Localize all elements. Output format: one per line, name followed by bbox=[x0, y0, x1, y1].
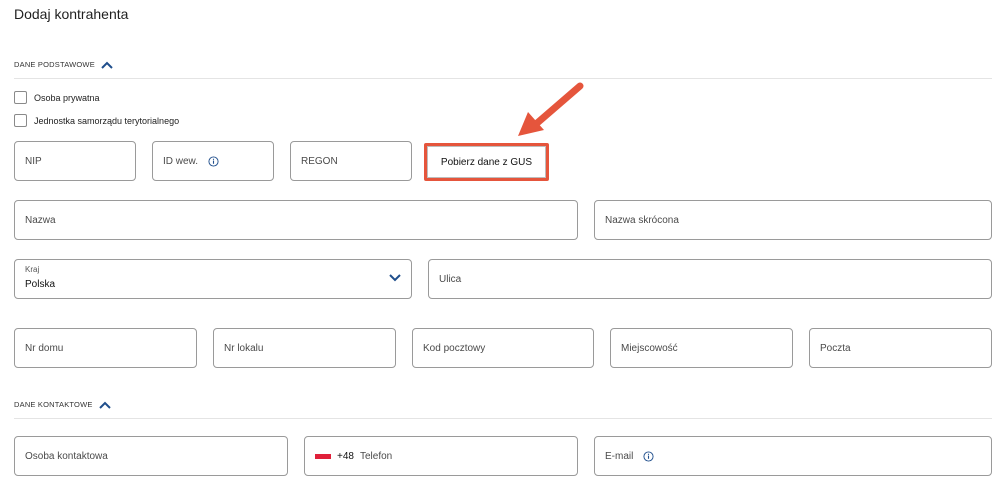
regon-input[interactable]: REGON bbox=[290, 141, 412, 181]
internal-id-placeholder: ID wew. bbox=[163, 155, 199, 167]
post-office-placeholder: Poczta bbox=[820, 342, 851, 354]
regon-placeholder: REGON bbox=[301, 155, 338, 167]
flat-number-input[interactable]: Nr lokalu bbox=[213, 328, 396, 368]
red-arrow-annotation bbox=[518, 82, 584, 136]
local-gov-unit-label: Jednostka samorządu terytorialnego bbox=[34, 115, 180, 126]
internal-id-input[interactable]: ID wew. bbox=[152, 141, 274, 181]
fetch-gus-data-label: Pobierz dane z GUS bbox=[427, 146, 546, 178]
poland-flag-icon bbox=[315, 453, 331, 459]
checkbox-row-private-person[interactable]: Osoba prywatna bbox=[14, 91, 100, 104]
name-placeholder: Nazwa bbox=[25, 214, 56, 226]
section-label-contact: DANE KONTAKTOWE bbox=[14, 400, 93, 409]
page-title: Dodaj kontrahenta bbox=[14, 6, 129, 22]
country-value: Polska bbox=[25, 279, 56, 290]
email-input[interactable]: E-mail bbox=[594, 436, 992, 476]
flat-number-placeholder: Nr lokalu bbox=[224, 342, 264, 354]
private-person-label: Osoba prywatna bbox=[34, 92, 100, 103]
short-name-input[interactable]: Nazwa skrócona bbox=[594, 200, 992, 240]
section-header-contact[interactable]: DANE KONTAKTOWE bbox=[14, 400, 111, 409]
section-label-basic: DANE PODSTAWOWE bbox=[14, 60, 95, 69]
nip-placeholder: NIP bbox=[25, 155, 42, 167]
name-input[interactable]: Nazwa bbox=[14, 200, 578, 240]
section-divider bbox=[14, 418, 992, 419]
city-input[interactable]: Miejscowość bbox=[610, 328, 793, 368]
chevron-down-icon[interactable] bbox=[389, 274, 401, 282]
section-divider bbox=[14, 78, 992, 79]
contact-person-placeholder: Osoba kontaktowa bbox=[25, 450, 108, 462]
postal-code-placeholder: Kod pocztowy bbox=[423, 342, 486, 354]
info-icon[interactable] bbox=[643, 450, 654, 462]
nip-input[interactable]: NIP bbox=[14, 141, 136, 181]
chevron-up-icon[interactable] bbox=[101, 61, 113, 69]
country-label: Kraj bbox=[25, 265, 40, 274]
phone-placeholder: Telefon bbox=[359, 450, 393, 462]
checkbox-row-local-gov-unit[interactable]: Jednostka samorządu terytorialnego bbox=[14, 114, 179, 127]
phone-prefix: +48 bbox=[337, 450, 354, 462]
local-gov-unit-checkbox[interactable] bbox=[14, 114, 27, 127]
chevron-up-icon[interactable] bbox=[98, 401, 111, 409]
country-select[interactable]: Kraj Polska bbox=[14, 259, 412, 299]
post-office-input[interactable]: Poczta bbox=[809, 328, 992, 368]
phone-input[interactable]: +48 Telefon bbox=[304, 436, 578, 476]
section-header-basic[interactable]: DANE PODSTAWOWE bbox=[14, 60, 113, 69]
street-input[interactable]: Ulica bbox=[428, 259, 992, 299]
fetch-gus-data-button[interactable]: Pobierz dane z GUS bbox=[424, 143, 549, 181]
house-number-input[interactable]: Nr domu bbox=[14, 328, 197, 368]
short-name-placeholder: Nazwa skrócona bbox=[605, 214, 679, 226]
postal-code-input[interactable]: Kod pocztowy bbox=[412, 328, 594, 368]
private-person-checkbox[interactable] bbox=[14, 91, 27, 104]
city-placeholder: Miejscowość bbox=[621, 342, 678, 354]
street-placeholder: Ulica bbox=[439, 273, 462, 285]
contact-person-input[interactable]: Osoba kontaktowa bbox=[14, 436, 288, 476]
info-icon[interactable] bbox=[208, 155, 219, 167]
house-number-placeholder: Nr domu bbox=[25, 342, 64, 354]
email-placeholder: E-mail bbox=[605, 450, 634, 462]
